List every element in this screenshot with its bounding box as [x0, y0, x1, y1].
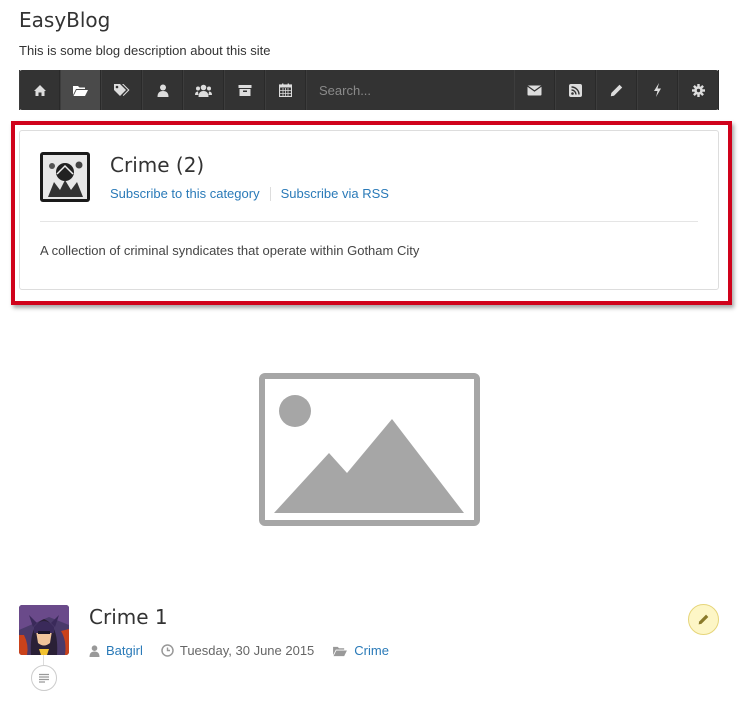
toolbar-tags-button[interactable] — [101, 70, 142, 110]
toolbar-calendar-button[interactable] — [265, 70, 306, 110]
timeline-connector — [43, 655, 44, 665]
toolbar-quickpost-button[interactable] — [637, 70, 678, 110]
users-icon — [195, 84, 212, 97]
category-description: A collection of criminal syndicates that… — [40, 243, 420, 258]
clock-icon — [161, 644, 174, 657]
user-icon — [157, 84, 168, 97]
category-avatar[interactable] — [40, 152, 90, 202]
author-link[interactable]: Batgirl — [106, 643, 143, 658]
divider — [40, 221, 698, 222]
tags-icon — [114, 84, 130, 96]
text-lines-icon — [39, 673, 49, 683]
category-title[interactable]: Crime (2) — [110, 153, 204, 177]
search-input[interactable] — [319, 82, 514, 98]
post-type-standard — [31, 665, 57, 691]
calendar-icon — [279, 83, 292, 97]
post-title[interactable]: Crime 1 — [89, 605, 168, 629]
toolbar-write-button[interactable] — [596, 70, 637, 110]
pencil-icon — [610, 84, 623, 96]
subscribe-category-link[interactable]: Subscribe to this category — [110, 186, 260, 201]
archive-icon — [238, 84, 251, 96]
image-placeholder-icon — [259, 373, 480, 526]
category-header: Crime (2) Subscribe to this category Sub… — [19, 130, 719, 290]
toolbar — [19, 70, 719, 110]
home-icon — [33, 84, 46, 96]
folder-open-icon — [73, 85, 88, 96]
toolbar-settings-button[interactable] — [678, 70, 719, 110]
post-meta: Batgirl Tuesday, 30 June 2015 Crime — [89, 643, 407, 658]
post-date: Tuesday, 30 June 2015 — [161, 643, 314, 658]
author-avatar[interactable] — [19, 605, 69, 655]
toolbar-rss-button[interactable] — [555, 70, 596, 110]
gear-icon — [692, 83, 705, 97]
post-category: Crime — [332, 643, 389, 658]
category-actions: Subscribe to this category Subscribe via… — [110, 186, 389, 201]
post-author: Batgirl — [89, 643, 143, 658]
category-link[interactable]: Crime — [354, 643, 389, 658]
edit-post-button[interactable] — [688, 604, 719, 635]
user-icon — [89, 644, 100, 657]
post-date-text: Tuesday, 30 June 2015 — [179, 643, 315, 658]
toolbar-home-button[interactable] — [19, 70, 60, 110]
toolbar-search — [306, 70, 514, 110]
folder-open-icon — [333, 646, 348, 656]
toolbar-archive-button[interactable] — [224, 70, 265, 110]
toolbar-subscribe-button[interactable] — [514, 70, 555, 110]
toolbar-teams-button[interactable] — [183, 70, 224, 110]
site-title[interactable]: EasyBlog — [19, 8, 110, 32]
link-divider — [269, 186, 271, 201]
site-description: This is some blog description about this… — [19, 43, 271, 58]
envelope-icon — [527, 85, 542, 95]
subscribe-rss-link[interactable]: Subscribe via RSS — [281, 186, 389, 201]
toolbar-categories-button[interactable] — [60, 70, 101, 110]
bolt-icon — [654, 83, 661, 97]
toolbar-bloggers-button[interactable] — [142, 70, 183, 110]
rss-icon — [569, 83, 582, 97]
pencil-icon — [698, 614, 709, 625]
